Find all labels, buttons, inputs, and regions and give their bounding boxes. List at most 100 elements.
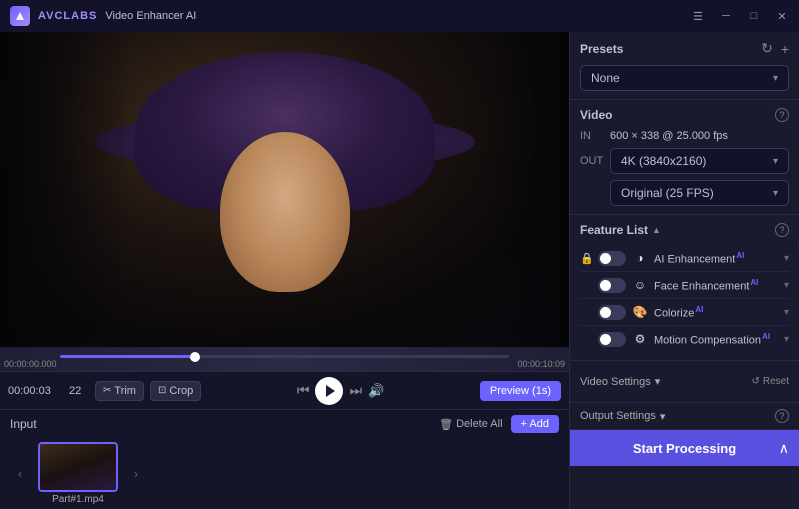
start-processing-button[interactable]: Start Processing [633,441,736,456]
timeline-thumb[interactable] [190,352,200,362]
video-settings-arrow-icon: ▾ [655,375,661,388]
filmstrip-prev[interactable]: ‹ [10,464,30,484]
toggle-knob [600,334,611,345]
maximize-button[interactable]: □ [747,9,761,23]
right-panel: Presets ↻ + None ▾ Video ? I [569,32,799,509]
motion-compensation-toggle[interactable] [598,332,626,347]
video-header: Video ? [580,108,789,122]
video-preview [0,32,569,347]
video-settings-label: Video Settings [580,376,651,388]
reset-icon: ↺ [751,376,759,387]
timeline-end-time: 00:00:10:09 [517,359,565,369]
output-settings-label: Output Settings [580,410,656,422]
timeline-track[interactable]: 00:00:00.000 00:00:10:09 [0,347,569,371]
video-help-icon[interactable]: ? [775,108,789,122]
feature-colorize: 🔒 🎨 ColorizeAI ▾ [580,299,789,326]
toggle-knob [600,253,611,264]
close-button[interactable]: ✕ [775,9,789,23]
volume-button[interactable]: 🔊 [368,383,384,399]
crop-button[interactable]: ⊡ Crop [150,381,201,401]
feature-motion-compensation: 🔒 ⚙ Motion CompensationAI ▾ [580,326,789,352]
crop-label: Crop [169,385,193,397]
colorize-chevron[interactable]: ▾ [784,307,789,318]
face-shape-decor [220,132,350,292]
output-settings-help-icon[interactable]: ? [775,409,789,423]
preview-button[interactable]: Preview (1s) [480,381,561,401]
ai-enhancement-chevron[interactable]: ▾ [784,253,789,264]
presets-title: Presets [580,42,623,56]
play-button[interactable] [315,377,343,405]
video-fps-dropdown[interactable]: Original (25 FPS) ▾ [610,180,789,206]
input-panel: Input 🗑 Delete All + Add ‹ Part#1.mp4 [0,409,569,509]
presets-selected: None [591,71,620,85]
video-out-label: OUT [580,155,610,167]
film-thumbnail[interactable] [38,442,118,492]
video-in-value: 600 × 338 @ 25.000 fps [610,130,728,142]
current-frame: 22 [69,385,89,397]
current-time: 00:00:03 [8,385,63,397]
motion-compensation-label: Motion CompensationAI [654,332,778,347]
face-enhancement-chevron[interactable]: ▾ [784,280,789,291]
colorize-label: ColorizeAI [654,305,778,320]
brand-name: AVCLABS [38,10,97,22]
ai-badge-1: AI [750,278,758,287]
dark-left-decor [0,32,130,347]
add-button[interactable]: + Add [511,415,559,433]
motion-compensation-chevron[interactable]: ▾ [784,334,789,345]
playback-controls: ⏮ ⏭ 🔊 [297,377,384,405]
feature-list-header: Feature List ▲ ? [580,223,789,237]
input-header: Input 🗑 Delete All + Add [0,410,569,438]
lock-icon: 🔒 [580,252,592,265]
input-actions: 🗑 Delete All + Add [439,415,559,433]
expand-icon[interactable]: ∧ [779,440,789,457]
filmstrip-next[interactable]: › [126,464,146,484]
colorize-toggle[interactable] [598,305,626,320]
trim-button[interactable]: ✂ Trim [95,381,144,401]
video-resolution-dropdown[interactable]: 4K (3840x2160) ▾ [610,148,789,174]
trim-icon: ✂ [103,385,111,396]
ai-badge-3: AI [762,332,770,341]
toggle-knob [600,307,611,318]
next-frame-button[interactable]: ⏭ [349,382,362,399]
output-settings-button[interactable]: Output Settings ▾ [580,410,665,423]
ai-badge-2: AI [695,305,703,314]
input-title: Input [10,417,37,431]
face-enhancement-label: Face EnhancementAI [654,278,778,293]
delete-all-button[interactable]: 🗑 Delete All [439,418,502,431]
palette-icon: 🎨 [632,304,648,320]
presets-add-icon[interactable]: + [781,41,789,57]
timeline-bar[interactable] [60,355,509,358]
trim-label: Trim [114,385,136,397]
menu-button[interactable]: ☰ [691,9,705,23]
face-icon: ☺ [632,277,648,293]
video-out-row: OUT 4K (3840x2160) ▾ [580,148,789,174]
presets-refresh-icon[interactable]: ↻ [761,40,773,57]
reset-label: Reset [763,376,789,387]
minimize-button[interactable]: ─ [719,9,733,23]
prev-frame-button[interactable]: ⏮ [297,382,310,399]
feature-ai-enhancement: 🔒 ◑ AI EnhancementAI ▾ [580,245,789,272]
dark-right-decor [489,32,569,347]
contrast-icon: ◑ [632,250,648,266]
video-in-row: IN 600 × 338 @ 25.000 fps [580,130,789,142]
reset-button[interactable]: ↺ Reset [751,376,789,387]
presets-dropdown[interactable]: None ▾ [580,65,789,91]
app-name: Video Enhancer AI [105,10,196,22]
ai-enhancement-label: AI EnhancementAI [654,251,778,266]
feature-face-enhancement: 🔒 ☺ Face EnhancementAI ▾ [580,272,789,299]
start-processing-section[interactable]: Start Processing ∧ [570,430,799,466]
feature-list-help-icon[interactable]: ? [775,223,789,237]
face-enhancement-toggle[interactable] [598,278,626,293]
timeline[interactable]: 00:00:00.000 00:00:10:09 [0,347,569,371]
resolution-chevron-icon: ▾ [773,156,778,167]
play-icon [326,385,335,397]
toggle-knob [600,280,611,291]
film-thumb-image [40,444,116,490]
ai-enhancement-toggle[interactable] [598,251,626,266]
delete-all-label: Delete All [456,418,502,430]
video-settings-button[interactable]: Video Settings ▾ [580,375,660,388]
presets-icons: ↻ + [761,40,789,57]
title-bar: AVCLABS Video Enhancer AI ☰ ─ □ ✕ [0,0,799,32]
trash-icon: 🗑 [439,418,453,431]
app-logo [10,6,30,26]
